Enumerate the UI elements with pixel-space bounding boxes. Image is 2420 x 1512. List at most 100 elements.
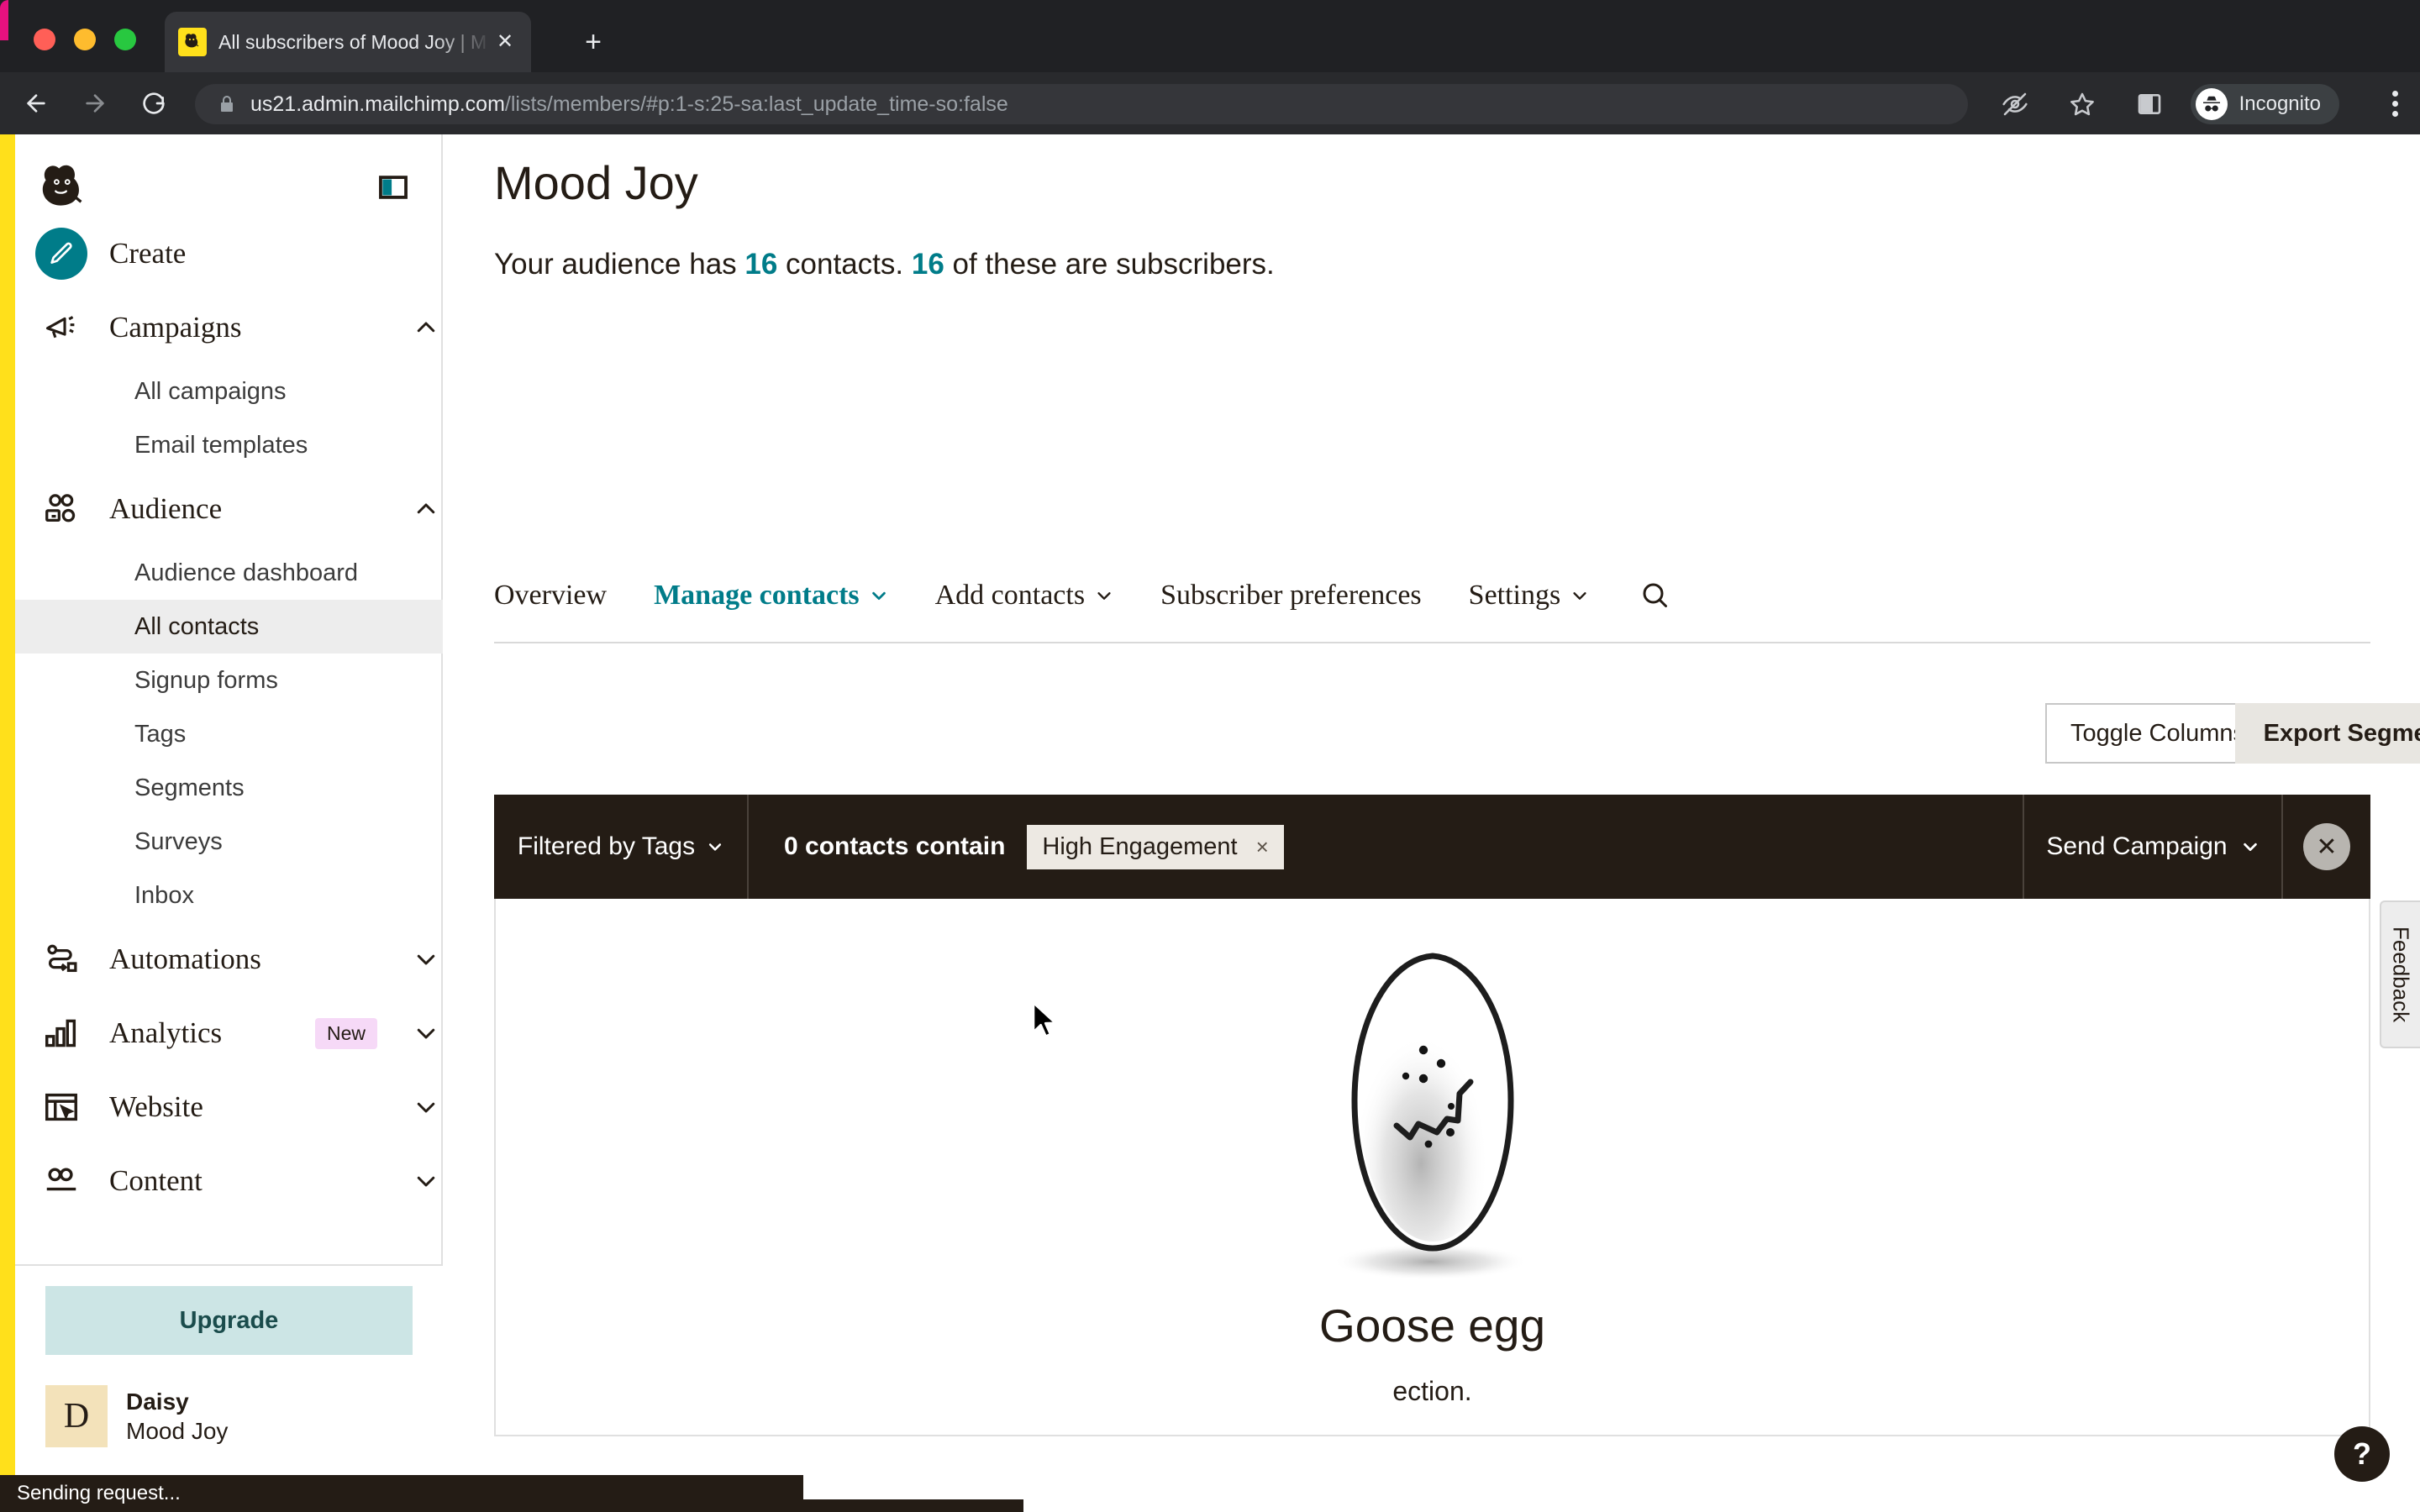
send-campaign-dropdown[interactable]: Send Campaign <box>2023 795 2281 899</box>
sidebar-item-content[interactable]: Content <box>15 1144 443 1218</box>
sidebar-item-all-contacts[interactable]: All contacts <box>15 600 443 654</box>
upgrade-button[interactable]: Upgrade <box>45 1286 413 1355</box>
pencil-icon <box>35 228 87 280</box>
sidebar-item-label: Tags <box>134 720 187 748</box>
forward-button[interactable] <box>72 81 118 126</box>
address-bar[interactable]: us21.admin.mailchimp.com/lists/members/#… <box>195 84 1968 124</box>
sidebar-item-surveys[interactable]: Surveys <box>15 815 443 869</box>
chevron-down-icon <box>871 591 886 601</box>
chevron-down-icon[interactable] <box>409 947 443 972</box>
audience-icon <box>35 490 87 528</box>
search-icon[interactable] <box>1639 580 1670 627</box>
sidebar-item-website[interactable]: Website <box>15 1070 443 1144</box>
website-icon <box>35 1088 87 1126</box>
mouse-cursor <box>1032 1001 1060 1044</box>
tab-add-contacts[interactable]: Add contacts <box>935 580 1113 625</box>
sidebar-item-label: Signup forms <box>134 666 278 694</box>
summary-middle: contacts. <box>777 248 912 281</box>
chevron-down-icon <box>2243 843 2257 852</box>
subscribers-count: 16 <box>911 248 944 281</box>
brand-accent-strip <box>0 134 15 1512</box>
reload-button[interactable] <box>131 81 176 126</box>
eye-off-icon[interactable] <box>1996 86 2033 123</box>
sidebar-item-inbox[interactable]: Inbox <box>15 869 443 922</box>
bookmark-star-icon[interactable] <box>2064 86 2101 123</box>
browser-tab[interactable]: All subscribers of Mood Joy | M ✕ <box>165 12 531 72</box>
chevron-up-icon[interactable] <box>409 315 443 340</box>
browser-status-bar: Sending request... <box>0 1475 803 1512</box>
window-accent-edge <box>0 0 8 40</box>
sidebar-item-label: All contacts <box>134 612 260 640</box>
minimize-window-button[interactable] <box>74 29 96 50</box>
sidebar-item-label: Website <box>109 1090 203 1123</box>
sidebar-item-campaigns[interactable]: Campaigns <box>15 291 443 365</box>
main-content: Mood Joy Your audience has 16 contacts. … <box>445 134 2420 1512</box>
tab-label: Settings <box>1468 580 1561 611</box>
status-badge: New <box>314 1017 377 1049</box>
close-icon: ✕ <box>2303 823 2350 870</box>
back-button[interactable] <box>13 81 59 126</box>
account-info: Daisy Mood Joy <box>126 1387 228 1446</box>
feedback-tab[interactable]: Feedback <box>2380 900 2420 1048</box>
close-tab-button[interactable]: ✕ <box>492 29 518 55</box>
sidebar-item-label: Inbox <box>134 881 194 909</box>
sidebar-item-segments[interactable]: Segments <box>15 761 443 815</box>
sidebar-item-label: Audience <box>109 492 223 525</box>
clear-filter-button[interactable]: ✕ <box>2281 795 2370 899</box>
tab-overview[interactable]: Overview <box>494 580 607 625</box>
sidebar-item-tags[interactable]: Tags <box>15 707 443 761</box>
contacts-count: 16 <box>744 248 778 281</box>
sidebar-item-label: All campaigns <box>134 377 287 405</box>
sidebar-item-label: Campaigns <box>109 311 242 344</box>
sidebar-scroll-area: Create Campaigns All campaigns Email tem… <box>15 134 443 1264</box>
sidebar-item-analytics[interactable]: Analytics New <box>15 996 443 1070</box>
three-dot-menu-icon[interactable] <box>2392 91 2398 117</box>
tag-chip[interactable]: High Engagement × <box>1027 824 1284 869</box>
incognito-profile-chip[interactable]: Incognito <box>2190 84 2339 124</box>
contacts-contain-label: 0 contacts contain <box>784 832 1006 860</box>
tab-label: Overview <box>494 580 608 611</box>
sidebar-item-audience[interactable]: Audience <box>15 472 443 546</box>
chevron-down-icon[interactable] <box>409 1095 443 1120</box>
tab-title: All subscribers of Mood Joy | M <box>218 30 487 53</box>
incognito-avatar-icon <box>2195 88 2228 120</box>
section-tabs: Overview Manage contacts Add contacts Su… <box>494 580 2370 643</box>
tab-subscriber-preferences[interactable]: Subscriber preferences <box>1160 580 1422 625</box>
tab-manage-contacts[interactable]: Manage contacts <box>654 580 888 625</box>
tab-label: Add contacts <box>934 580 1086 611</box>
sidebar-item-signup-forms[interactable]: Signup forms <box>15 654 443 707</box>
account-switcher[interactable]: D Daisy Mood Joy <box>45 1385 413 1447</box>
maximize-window-button[interactable] <box>114 29 136 50</box>
filtered-by-label: Filtered by Tags <box>517 832 696 860</box>
help-button[interactable]: ? <box>2334 1426 2390 1482</box>
sidebar-item-email-templates[interactable]: Email templates <box>15 418 443 472</box>
sidebar-item-label: Audience dashboard <box>134 559 359 586</box>
tab-settings[interactable]: Settings <box>1469 580 1590 625</box>
page-title: Mood Joy <box>494 156 698 209</box>
collapse-sidebar-icon[interactable] <box>377 171 409 203</box>
audience-summary: Your audience has 16 contacts. 16 of the… <box>494 248 1275 281</box>
mailchimp-logo-icon[interactable] <box>34 158 92 217</box>
sidebar-item-automations[interactable]: Automations <box>15 922 443 996</box>
chevron-down-icon <box>1097 592 1111 600</box>
chevron-down-icon[interactable] <box>409 1021 443 1046</box>
megaphone-icon <box>35 309 87 346</box>
sidebar-item-create[interactable]: Create <box>15 217 443 291</box>
chevron-up-icon[interactable] <box>409 496 443 522</box>
bar-chart-icon <box>35 1014 87 1053</box>
side-panel-icon[interactable] <box>2131 86 2168 123</box>
remove-tag-icon[interactable]: × <box>1256 834 1269 860</box>
sidebar: Create Campaigns All campaigns Email tem… <box>15 134 443 1512</box>
sidebar-item-label: Analytics <box>109 1016 223 1049</box>
lock-icon <box>217 94 237 114</box>
new-tab-button[interactable]: + <box>576 25 610 59</box>
sidebar-item-all-campaigns[interactable]: All campaigns <box>15 365 443 418</box>
chevron-down-icon[interactable] <box>409 1168 443 1194</box>
export-segment-button[interactable]: Export Segment <box>2234 703 2420 764</box>
window-controls <box>34 29 136 50</box>
chevron-down-icon <box>709 843 722 851</box>
empty-state-title: Goose egg <box>1318 1299 1546 1352</box>
filtered-by-tags-dropdown[interactable]: Filtered by Tags <box>494 795 749 899</box>
sidebar-item-audience-dashboard[interactable]: Audience dashboard <box>15 546 443 600</box>
close-window-button[interactable] <box>34 29 55 50</box>
